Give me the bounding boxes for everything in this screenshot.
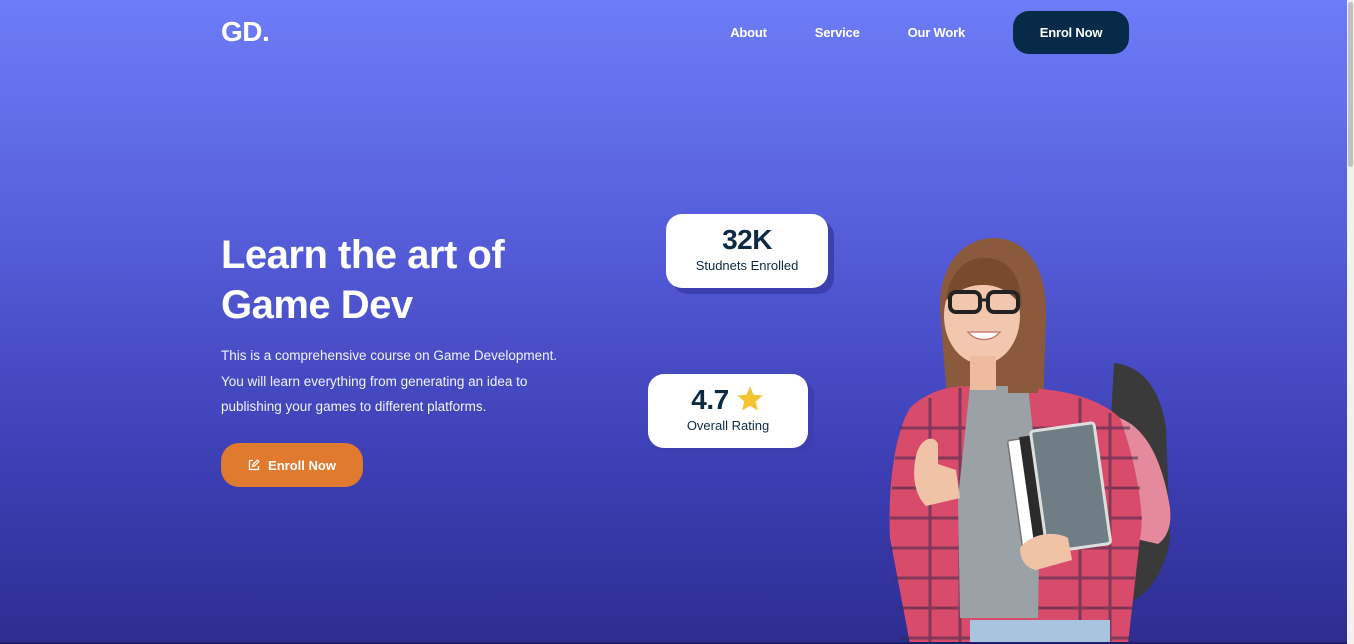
main-nav: About Service Our Work Enrol Now bbox=[730, 11, 1129, 54]
enrol-now-button[interactable]: Enrol Now bbox=[1013, 11, 1129, 54]
hero-title-line-2: Game Dev bbox=[221, 283, 413, 327]
overall-rating-card: 4.7 Overall Rating bbox=[648, 374, 808, 448]
students-enrolled-value: 32K bbox=[722, 224, 772, 255]
overall-rating-value: 4.7 bbox=[691, 384, 729, 415]
hero-title: Learn the art of Game Dev bbox=[221, 230, 601, 330]
students-enrolled-label: Studnets Enrolled bbox=[695, 258, 799, 273]
overall-rating-label: Overall Rating bbox=[686, 418, 770, 433]
scrollbar-thumb[interactable] bbox=[1348, 2, 1353, 167]
hero-description-line-1: This is a comprehensive course on Game D… bbox=[221, 348, 558, 363]
nav-link-our-work[interactable]: Our Work bbox=[908, 25, 966, 40]
site-logo[interactable]: GD. bbox=[221, 16, 270, 48]
star-icon bbox=[736, 386, 763, 411]
nav-link-service[interactable]: Service bbox=[815, 25, 860, 40]
student-image bbox=[889, 238, 1171, 644]
hero-description-line-2: You will learn everything from generatin… bbox=[221, 373, 528, 389]
hero-description-line-3: publishing your games to different platf… bbox=[221, 399, 487, 414]
students-enrolled-card: 32K Studnets Enrolled bbox=[666, 214, 828, 288]
enroll-now-button[interactable]: Enroll Now bbox=[221, 443, 363, 487]
hero-description: This is a comprehensive course on Game D… bbox=[221, 343, 601, 420]
nav-link-about[interactable]: About bbox=[730, 25, 767, 40]
hero-title-line-1: Learn the art of bbox=[221, 233, 505, 277]
vertical-scrollbar[interactable] bbox=[1347, 0, 1354, 644]
edit-icon bbox=[248, 459, 260, 471]
enroll-now-label: Enroll Now bbox=[268, 457, 336, 473]
